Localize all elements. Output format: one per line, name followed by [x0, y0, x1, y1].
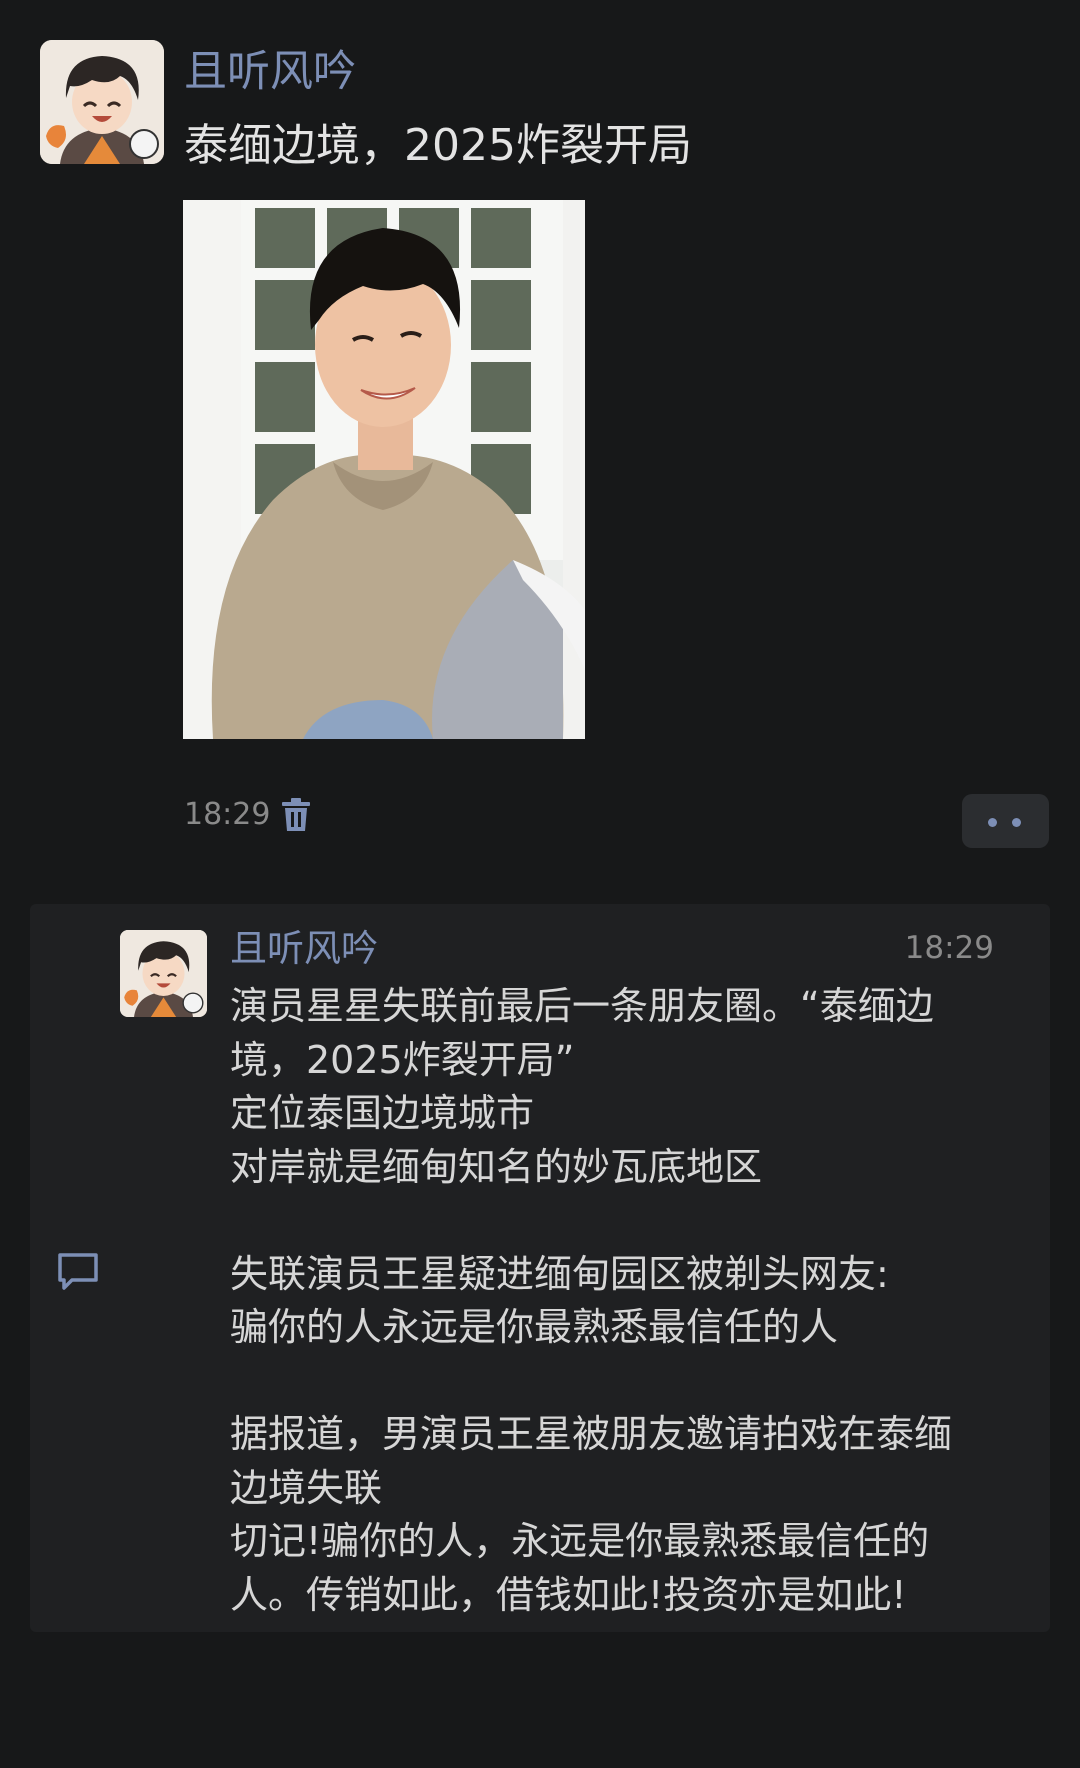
comment-text: 演员星星失联前最后一条朋友圈。“泰缅边 境，2025炸裂开局” 定位泰国边境城市…	[230, 980, 1020, 1622]
commenter-name[interactable]: 且听风吟	[230, 925, 378, 973]
comment-line: 演员星星失联前最后一条朋友圈。“泰缅边	[230, 984, 934, 1028]
post-text: 泰缅边境，2025炸裂开局	[184, 120, 692, 171]
author-name[interactable]: 且听风吟	[184, 44, 356, 100]
moments-page: 且听风吟 泰缅边境，2025炸裂开局 18:29 且听风吟 18:29 演员星星…	[0, 0, 1080, 1768]
comment-line: 定位泰国边境城市	[230, 1091, 535, 1135]
commenter-avatar[interactable]	[120, 930, 207, 1017]
comment-bubble-icon	[56, 1252, 100, 1292]
comment-line: 人。传销如此，借钱如此!投资亦是如此!	[230, 1572, 907, 1617]
post-photo[interactable]	[183, 200, 585, 739]
more-dots-icon	[1012, 818, 1021, 827]
more-actions-button[interactable]	[962, 794, 1049, 848]
trash-icon[interactable]	[280, 797, 312, 833]
comment-line: 据报道，男演员王星被朋友邀请拍戏在泰缅	[230, 1412, 953, 1456]
avatar-illustration	[40, 40, 164, 164]
comment-line: 境，2025炸裂开局”	[230, 1037, 575, 1082]
post-timestamp: 18:29	[184, 797, 271, 832]
more-dots-icon	[988, 818, 997, 827]
comment-line: 边境失联	[230, 1465, 383, 1510]
comment-line: 切记!骗你的人，永远是你最熟悉最信任的	[230, 1519, 930, 1563]
avatar-illustration	[120, 930, 207, 1017]
comment-line: 失联演员王星疑进缅甸园区被剃头网友:	[230, 1251, 889, 1296]
photo-illustration	[183, 200, 585, 739]
author-avatar[interactable]	[40, 40, 164, 164]
comment-timestamp: 18:29	[904, 930, 994, 966]
comment-line: 骗你的人永远是你最熟悉最信任的人	[230, 1305, 839, 1349]
comment-line: 对岸就是缅甸知名的妙瓦底地区	[230, 1144, 763, 1189]
